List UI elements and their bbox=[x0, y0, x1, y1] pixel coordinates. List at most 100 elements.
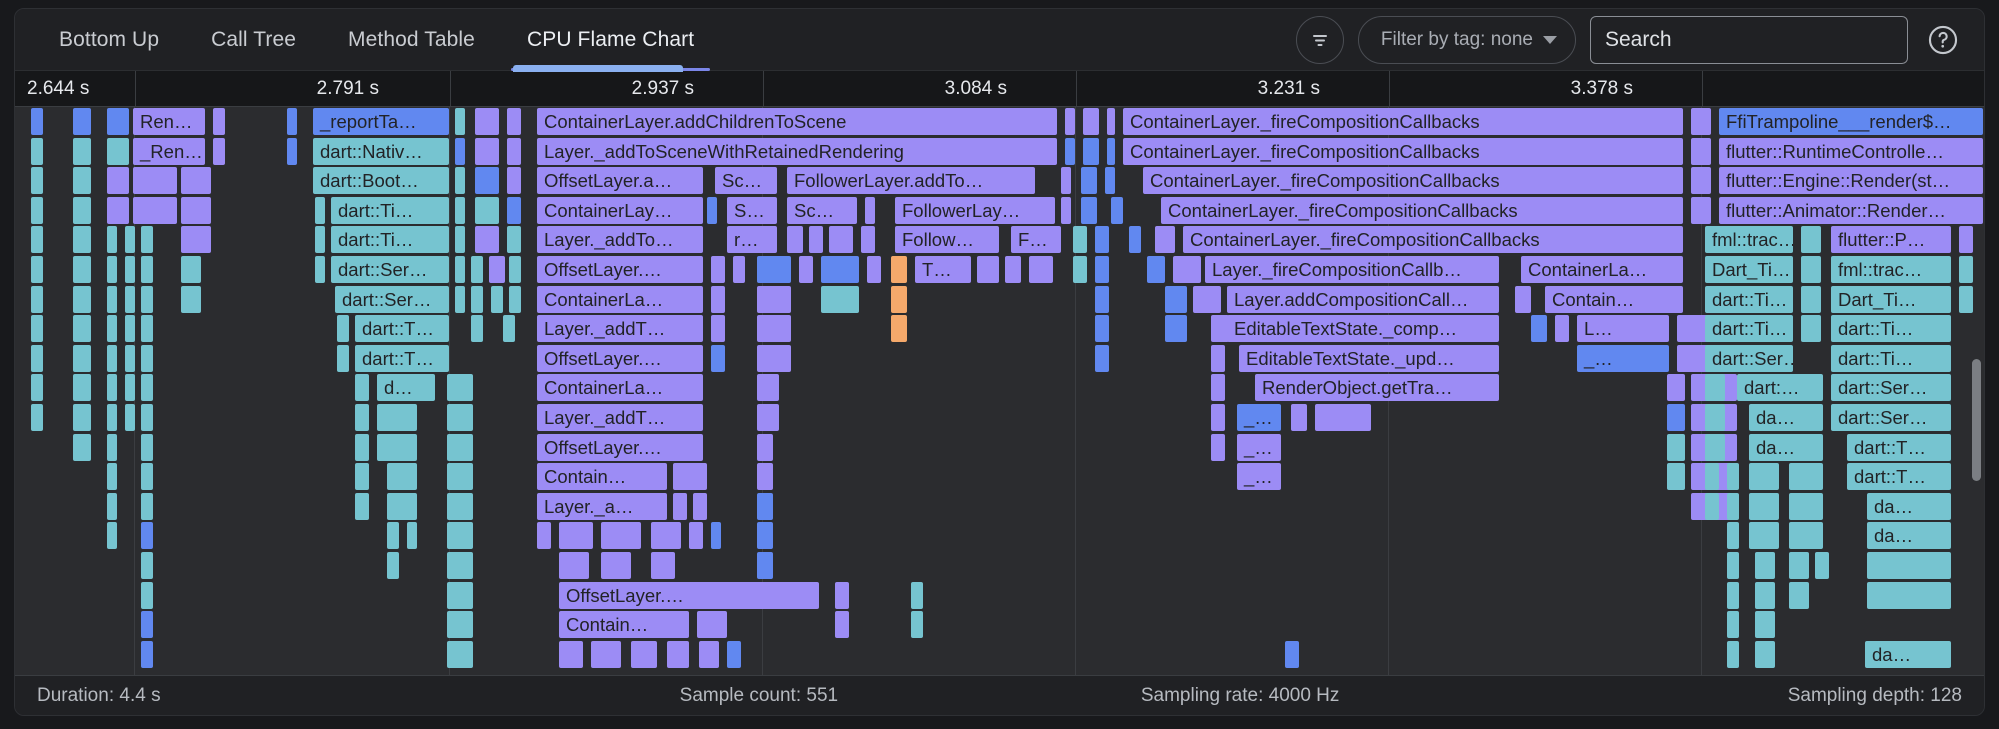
flame-block[interactable] bbox=[861, 226, 875, 253]
flame-block[interactable] bbox=[711, 286, 725, 313]
flame-block[interactable] bbox=[31, 315, 43, 342]
flame-block[interactable] bbox=[711, 522, 721, 549]
flame-block[interactable] bbox=[1029, 256, 1053, 283]
flame-block[interactable] bbox=[181, 197, 211, 224]
flame-block[interactable] bbox=[141, 256, 153, 283]
flame-block[interactable] bbox=[1065, 138, 1075, 165]
flame-block[interactable] bbox=[711, 315, 725, 342]
flame-block[interactable] bbox=[31, 286, 43, 313]
flame-block[interactable] bbox=[1515, 286, 1531, 313]
flame-block[interactable] bbox=[1667, 434, 1685, 461]
flame-block[interactable] bbox=[31, 197, 43, 224]
flame-block[interactable]: OffsetLayer.… bbox=[537, 434, 703, 461]
flame-block[interactable]: Layer._addToSceneWithRetainedRendering bbox=[537, 138, 1057, 165]
flame-block[interactable] bbox=[507, 138, 521, 165]
flame-block[interactable] bbox=[1211, 404, 1225, 431]
flame-block[interactable] bbox=[73, 226, 91, 253]
flame-block[interactable] bbox=[141, 493, 153, 520]
flame-block[interactable]: OffsetLayer.… bbox=[537, 345, 703, 372]
flame-block[interactable] bbox=[141, 611, 153, 638]
flame-block[interactable]: fml::trac… bbox=[1831, 256, 1951, 283]
flame-block[interactable]: _… bbox=[1237, 463, 1281, 490]
flame-block[interactable] bbox=[1691, 138, 1711, 165]
flame-block[interactable] bbox=[491, 286, 503, 313]
flame-block[interactable] bbox=[125, 404, 135, 431]
flame-block[interactable] bbox=[447, 404, 473, 431]
flame-block[interactable] bbox=[1749, 463, 1779, 490]
flame-block[interactable] bbox=[757, 315, 791, 342]
flame-block[interactable] bbox=[213, 138, 225, 165]
flame-block[interactable] bbox=[835, 582, 849, 609]
flame-block[interactable]: Sc… bbox=[787, 197, 857, 224]
flame-block[interactable]: EditableTextState._comp… bbox=[1227, 315, 1499, 342]
flame-block[interactable] bbox=[107, 345, 117, 372]
flame-block[interactable] bbox=[355, 404, 369, 431]
flame-block[interactable] bbox=[1815, 552, 1829, 579]
filter-button[interactable] bbox=[1296, 16, 1344, 64]
flame-block[interactable] bbox=[1727, 463, 1739, 490]
flame-block[interactable]: Layer._addT… bbox=[537, 315, 703, 342]
flame-block[interactable] bbox=[631, 641, 657, 668]
flame-block[interactable] bbox=[787, 226, 803, 253]
flame-block[interactable] bbox=[1193, 286, 1221, 313]
flame-block[interactable] bbox=[475, 197, 499, 224]
flame-block[interactable]: da… bbox=[1867, 522, 1951, 549]
flame-block[interactable] bbox=[1667, 374, 1685, 401]
flame-block[interactable] bbox=[355, 463, 369, 490]
flame-block[interactable]: dart::T… bbox=[355, 315, 449, 342]
flame-block[interactable] bbox=[31, 345, 43, 372]
flame-block[interactable] bbox=[509, 286, 521, 313]
flame-block[interactable] bbox=[1095, 345, 1109, 372]
flame-block[interactable]: dart:… bbox=[1737, 374, 1823, 401]
flame-block[interactable] bbox=[1959, 256, 1973, 283]
flame-block[interactable] bbox=[1727, 582, 1739, 609]
flame-block[interactable] bbox=[689, 522, 703, 549]
flame-block[interactable] bbox=[125, 226, 135, 253]
flame-block[interactable]: ContainerLayer._fireCompositionCallbacks bbox=[1161, 197, 1683, 224]
flame-block[interactable] bbox=[107, 286, 117, 313]
flame-block[interactable]: ContainerLayer._fireCompositionCallbacks bbox=[1123, 108, 1683, 135]
flame-block[interactable] bbox=[31, 108, 43, 135]
flame-block[interactable]: Layer._a… bbox=[537, 493, 667, 520]
flame-block[interactable] bbox=[1789, 463, 1823, 490]
flame-block[interactable] bbox=[1705, 434, 1725, 461]
flame-block[interactable] bbox=[141, 286, 153, 313]
flame-block[interactable] bbox=[1789, 522, 1823, 549]
flame-block[interactable] bbox=[891, 315, 907, 342]
flame-block[interactable] bbox=[125, 256, 135, 283]
flame-block[interactable] bbox=[757, 345, 791, 372]
flame-block[interactable] bbox=[673, 463, 707, 490]
flame-block[interactable] bbox=[287, 108, 297, 135]
flame-block[interactable] bbox=[447, 463, 473, 490]
flame-block[interactable] bbox=[1801, 286, 1821, 313]
flame-block[interactable]: ContainerLa… bbox=[1521, 256, 1683, 283]
flame-block[interactable] bbox=[447, 434, 473, 461]
flame-block[interactable] bbox=[757, 286, 791, 313]
flame-block[interactable] bbox=[141, 463, 153, 490]
flame-block[interactable] bbox=[107, 226, 117, 253]
flame-block[interactable] bbox=[447, 641, 473, 668]
search-input[interactable] bbox=[1590, 16, 1908, 64]
flame-block[interactable] bbox=[355, 374, 369, 401]
filter-by-tag-dropdown[interactable]: Filter by tag: none bbox=[1358, 16, 1576, 64]
flame-block[interactable] bbox=[141, 552, 153, 579]
flame-block[interactable] bbox=[107, 197, 129, 224]
flame-block[interactable] bbox=[1727, 522, 1739, 549]
flame-block[interactable] bbox=[891, 256, 907, 283]
flame-block[interactable]: L… bbox=[1577, 315, 1669, 342]
flame-block[interactable] bbox=[73, 434, 91, 461]
flame-block[interactable]: dart::Ser… bbox=[335, 286, 449, 313]
flame-block[interactable] bbox=[1095, 286, 1109, 313]
flame-block[interactable] bbox=[1705, 493, 1719, 520]
flame-block[interactable] bbox=[141, 374, 153, 401]
flame-block[interactable] bbox=[107, 522, 117, 549]
flame-block[interactable] bbox=[73, 197, 91, 224]
flame-block[interactable] bbox=[1165, 315, 1187, 342]
flame-block[interactable] bbox=[1789, 552, 1809, 579]
flame-block[interactable] bbox=[1105, 167, 1115, 194]
flame-block[interactable] bbox=[447, 522, 473, 549]
flame-block[interactable]: Contain… bbox=[1545, 286, 1683, 313]
flame-block[interactable] bbox=[1147, 256, 1165, 283]
flame-block[interactable] bbox=[537, 522, 551, 549]
flame-block[interactable] bbox=[1111, 197, 1123, 224]
